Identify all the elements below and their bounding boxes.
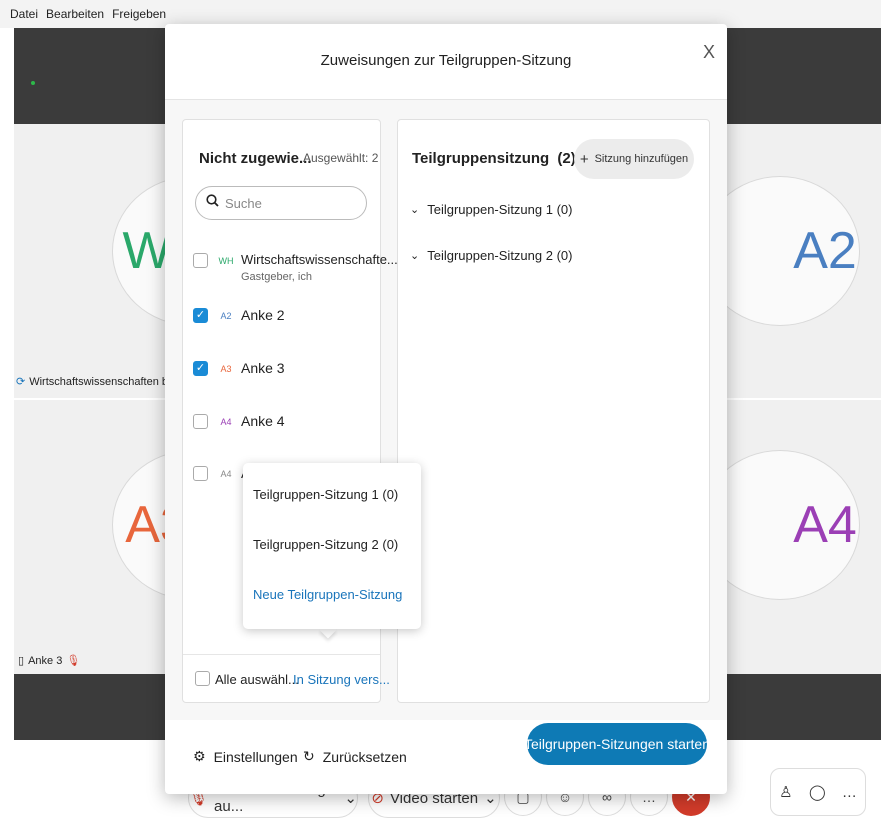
- anke3-tile-label: ▯ Anke 3 🎙: [18, 654, 81, 668]
- avatar: A3: [220, 364, 232, 374]
- avatar: A4: [220, 417, 232, 427]
- chevron-down-icon[interactable]: ⌄: [410, 203, 419, 216]
- menu-item-new-session[interactable]: Neue Teilgruppen-Sitzung: [253, 587, 402, 602]
- session-row-1[interactable]: ⌄ Teilgruppen-Sitzung 1 (0): [410, 202, 572, 217]
- add-session-button[interactable]: + Sitzung hinzufügen: [574, 139, 694, 179]
- sessions-title: Teilgruppensitzung (2): [412, 150, 576, 167]
- avatar: A2: [220, 311, 232, 321]
- participant-row-anke4[interactable]: A4 Anke 4: [193, 402, 373, 442]
- search-icon: [206, 194, 219, 212]
- reset-icon: ↻: [303, 748, 315, 764]
- host-tile-label: ⟳ Wirtschaftswissenschaften bbw: [16, 375, 183, 389]
- chat-icon[interactable]: ◯: [809, 783, 826, 801]
- right-toolbar: ♙ ◯ …: [770, 768, 866, 816]
- unassigned-title: Nicht zugewie...: [199, 150, 312, 167]
- move-to-session-link[interactable]: In Sitzung vers...: [293, 672, 390, 687]
- participants-icon[interactable]: ♙: [779, 783, 792, 801]
- select-all-checkbox[interactable]: [195, 671, 210, 686]
- participant-checkbox[interactable]: ✓: [193, 308, 208, 323]
- connection-indicator: [31, 81, 35, 85]
- menu-item-session-1[interactable]: Teilgruppen-Sitzung 1 (0): [253, 487, 398, 502]
- participant-role: Gastgeber, ich: [241, 271, 312, 283]
- selected-count: Ausgewählt: 2: [303, 151, 379, 165]
- menu-item-session-2[interactable]: Teilgruppen-Sitzung 2 (0): [253, 537, 398, 552]
- participant-checkbox[interactable]: [193, 466, 208, 481]
- sessions-panel: Teilgruppensitzung (2) + Sitzung hinzufü…: [397, 119, 710, 703]
- muted-mic-icon: 🎙: [66, 655, 81, 667]
- participant-name: Anke 3: [241, 360, 285, 376]
- participant-checkbox[interactable]: ✓: [193, 361, 208, 376]
- more-options-icon[interactable]: …: [842, 784, 857, 801]
- menu-item-datei[interactable]: Datei: [10, 7, 38, 21]
- phone-icon: ▯: [18, 655, 25, 667]
- gear-icon: ⚙: [193, 748, 206, 764]
- avatar: WH: [218, 256, 234, 266]
- dialog-title: Zuweisungen zur Teilgruppen-Sitzung: [320, 52, 572, 69]
- reset-button[interactable]: ↻ Zurücksetzen: [303, 748, 407, 765]
- breakout-assignment-dialog: Zuweisungen zur Teilgruppen-Sitzung X Ni…: [165, 24, 727, 794]
- search-input[interactable]: [225, 195, 355, 211]
- dialog-header: Zuweisungen zur Teilgruppen-Sitzung X: [165, 24, 727, 100]
- move-to-session-menu: Teilgruppen-Sitzung 1 (0) Teilgruppen-Si…: [243, 463, 421, 629]
- left-panel-footer: Alle auswähl... In Sitzung vers...: [183, 654, 390, 702]
- participant-name: Anke 2: [241, 307, 285, 323]
- avatar: A4: [220, 469, 232, 479]
- participant-name: Wirtschaftswissenschafte...: [241, 252, 398, 267]
- chevron-down-icon[interactable]: ⌄: [410, 249, 419, 262]
- participant-checkbox[interactable]: [193, 414, 208, 429]
- participant-row-anke2[interactable]: ✓ A2 Anke 2: [193, 296, 373, 336]
- participant-checkbox[interactable]: [193, 253, 208, 268]
- start-sessions-button[interactable]: Teilgruppen-Sitzungen starten: [524, 723, 710, 765]
- participant-name: Anke 4: [241, 413, 285, 429]
- search-field[interactable]: [195, 186, 367, 220]
- menu-item-freigeben[interactable]: Freigeben: [112, 7, 166, 21]
- plus-icon: +: [579, 150, 589, 168]
- headset-icon: ⟳: [16, 376, 26, 388]
- session-row-2[interactable]: ⌄ Teilgruppen-Sitzung 2 (0): [410, 248, 572, 263]
- menu-item-bearbeiten[interactable]: Bearbeiten: [46, 7, 104, 21]
- close-button[interactable]: X: [703, 42, 715, 63]
- dialog-footer: ⚙ Einstellungen ↻ Zurücksetzen Teilgrupp…: [165, 720, 727, 794]
- settings-button[interactable]: ⚙ Einstellungen: [193, 748, 298, 765]
- select-all-label[interactable]: Alle auswähl...: [215, 672, 299, 687]
- participant-row-anke3[interactable]: ✓ A3 Anke 3: [193, 349, 373, 389]
- participant-row-host[interactable]: WH Wirtschaftswissenschafte... Gastgeber…: [193, 241, 398, 291]
